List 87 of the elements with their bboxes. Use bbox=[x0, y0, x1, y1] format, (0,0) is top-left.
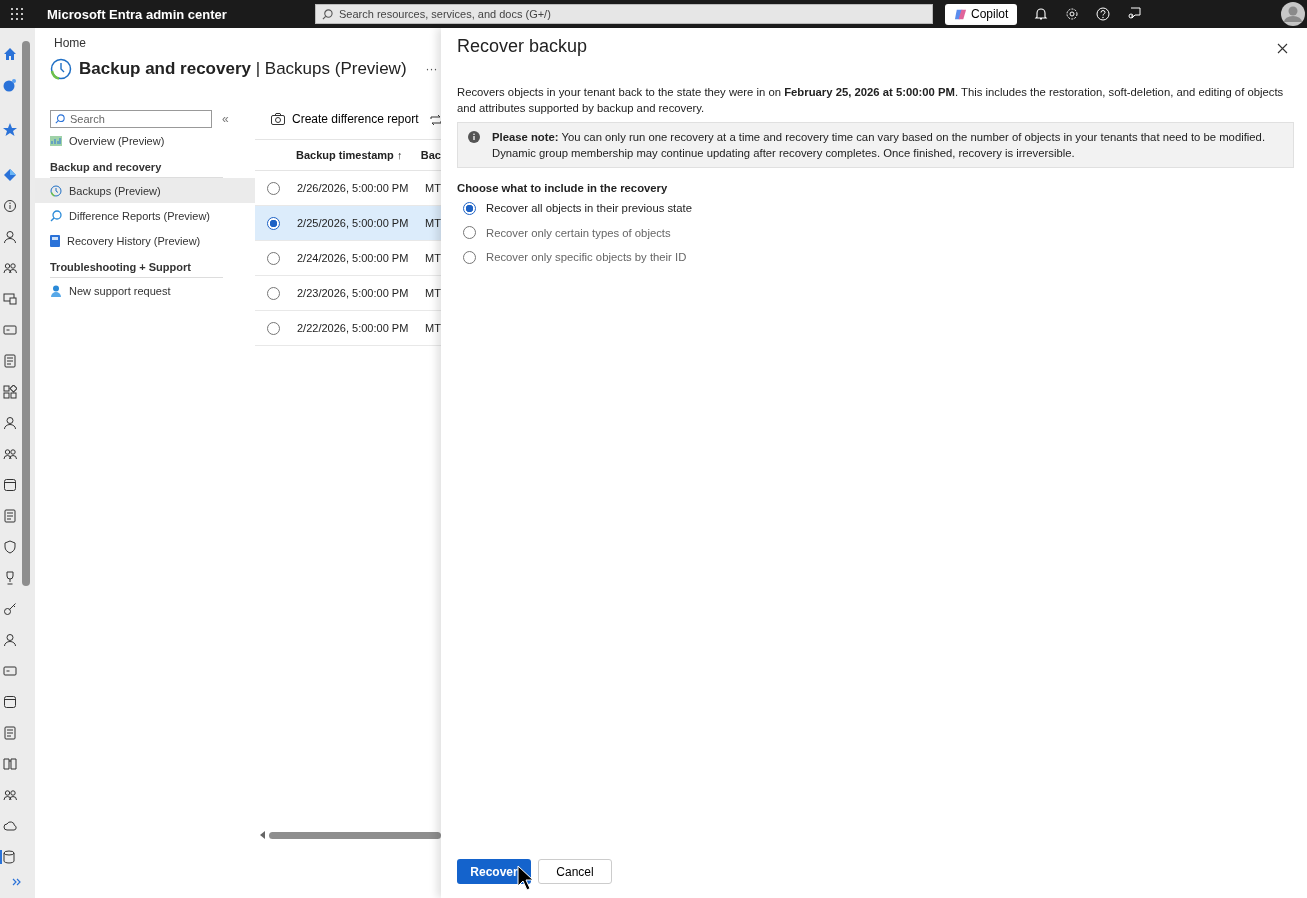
settings-icon[interactable] bbox=[1065, 7, 1080, 21]
menu-search-field[interactable]: Search bbox=[50, 110, 212, 128]
person-icon[interactable] bbox=[3, 633, 17, 647]
person-icon[interactable] bbox=[3, 230, 17, 244]
people-icon[interactable] bbox=[3, 261, 17, 275]
table-cell-text: 2/26/2026, 5:00:00 PM bbox=[297, 182, 410, 194]
bell-icon[interactable] bbox=[1034, 7, 1049, 21]
table-cell: MT bbox=[425, 182, 441, 194]
menu-item[interactable]: Recovery History (Preview) bbox=[50, 228, 240, 253]
menu-item[interactable]: New support request bbox=[50, 278, 240, 303]
breadcrumb-link[interactable]: Home bbox=[54, 36, 441, 50]
radio-option[interactable]: Recover all objects in their previous state bbox=[463, 196, 1294, 221]
radio-button[interactable] bbox=[267, 251, 280, 265]
person-icon bbox=[50, 284, 62, 297]
collapse-button[interactable]: « bbox=[222, 112, 229, 126]
info-icon[interactable] bbox=[3, 199, 17, 213]
people-icon[interactable] bbox=[3, 788, 17, 802]
avatar-icon[interactable] bbox=[1281, 2, 1305, 26]
note-text: Please note: You can only run one recovery at a time and recovery time can vary based on the number of objects in your tenants that need to be modified. Dynamic group membership may continue updating after recovery completes. Once finished, recovery is irreversible. bbox=[492, 130, 1267, 161]
table-cell: MT bbox=[425, 287, 441, 299]
key-icon[interactable] bbox=[3, 602, 17, 616]
search-icon bbox=[322, 9, 333, 20]
book-icon[interactable] bbox=[3, 757, 17, 771]
clock-icon bbox=[50, 58, 72, 80]
table-cell-text: 2/22/2026, 5:00:00 PM bbox=[297, 322, 410, 334]
refresh-icon[interactable] bbox=[430, 114, 441, 126]
description-text: Recovers objects in your tenant back to the state they were in on February 25, 2026 at 5:00:00 PM. This includes the restoration, soft-deletion, and editing of objects and attributes supported by backup and recovery. bbox=[457, 85, 1285, 116]
people-icon[interactable] bbox=[3, 447, 17, 461]
shield-icon[interactable] bbox=[3, 540, 17, 554]
cancel-button[interactable]: Cancel bbox=[538, 859, 612, 884]
card-icon[interactable] bbox=[3, 323, 17, 337]
table-cell: MT bbox=[425, 217, 441, 229]
radio-button[interactable] bbox=[267, 181, 280, 195]
database-icon[interactable] bbox=[0, 850, 16, 864]
search-field[interactable]: Search resources, services, and docs (G+/) bbox=[315, 4, 933, 24]
menu-item[interactable]: Difference Reports (Preview) bbox=[50, 203, 240, 228]
info-icon bbox=[468, 131, 480, 143]
column-header[interactable]: Bac bbox=[420, 149, 441, 161]
table-cell-text: 2/24/2026, 5:00:00 PM bbox=[297, 252, 410, 264]
table-cell: MT bbox=[425, 322, 441, 334]
menu-section-heading: Troubleshooting + Support bbox=[50, 261, 223, 278]
clock-icon bbox=[50, 184, 62, 197]
close-icon[interactable] bbox=[1277, 43, 1288, 54]
radio-option[interactable]: Recover only certain types of objects bbox=[463, 220, 1294, 245]
radio-option[interactable]: Recover only specific objects by their ID bbox=[463, 245, 1294, 270]
window-icon[interactable] bbox=[3, 695, 17, 709]
document-icon[interactable] bbox=[3, 509, 17, 523]
expand-icon[interactable] bbox=[12, 878, 22, 886]
menu-item[interactable]: Overview (Preview) bbox=[50, 128, 240, 153]
column-header[interactable]: Backup timestamp ↑ bbox=[296, 149, 421, 161]
person-icon[interactable] bbox=[3, 416, 17, 430]
feedback-icon[interactable] bbox=[1127, 7, 1142, 21]
app-title[interactable]: Microsoft Entra admin center bbox=[47, 6, 315, 22]
menu-item[interactable]: Backups (Preview) bbox=[35, 178, 255, 203]
camera-icon bbox=[271, 113, 285, 125]
options-heading: Choose what to include in the recovery bbox=[457, 182, 669, 194]
window-icon[interactable] bbox=[3, 478, 17, 492]
book-icon bbox=[50, 234, 60, 247]
apps-icon[interactable] bbox=[3, 385, 17, 399]
trophy-icon[interactable] bbox=[3, 571, 17, 585]
card-icon[interactable] bbox=[3, 664, 17, 678]
devices-icon[interactable] bbox=[3, 292, 17, 306]
cloud-icon[interactable] bbox=[3, 819, 17, 833]
app-launcher-icon[interactable] bbox=[11, 8, 23, 20]
table-cell-text: 2/23/2026, 5:00:00 PM bbox=[297, 287, 410, 299]
help-icon[interactable] bbox=[1096, 7, 1111, 21]
copilot-logo-icon bbox=[954, 7, 967, 21]
home-icon[interactable] bbox=[3, 47, 17, 61]
diamond-icon[interactable] bbox=[3, 168, 17, 182]
table-cell-text: 2/25/2026, 5:00:00 PM bbox=[297, 217, 410, 229]
panel-title: Recover backup bbox=[457, 36, 588, 57]
radio-button[interactable] bbox=[267, 216, 280, 230]
table-cell: MT bbox=[425, 252, 441, 264]
sort-arrow: ↑ bbox=[396, 149, 403, 161]
search-icon bbox=[50, 209, 62, 222]
copilot-button[interactable]: Copilot bbox=[945, 3, 1018, 25]
document-icon[interactable] bbox=[3, 354, 17, 368]
search-icon bbox=[55, 114, 65, 124]
radio-button[interactable] bbox=[267, 321, 280, 335]
create-difference-report-button[interactable]: Create difference report bbox=[271, 112, 419, 126]
radio-button[interactable] bbox=[267, 286, 280, 300]
more-menu[interactable]: ··· bbox=[425, 62, 438, 76]
page-title: Backup and recovery | Backups (Preview) bbox=[79, 59, 407, 79]
table-row[interactable]: 2/25/2026, 5:00:00 PM MT bbox=[255, 206, 441, 241]
star-icon[interactable] bbox=[3, 123, 17, 137]
chart-icon bbox=[50, 135, 62, 146]
document-icon[interactable] bbox=[3, 726, 17, 740]
